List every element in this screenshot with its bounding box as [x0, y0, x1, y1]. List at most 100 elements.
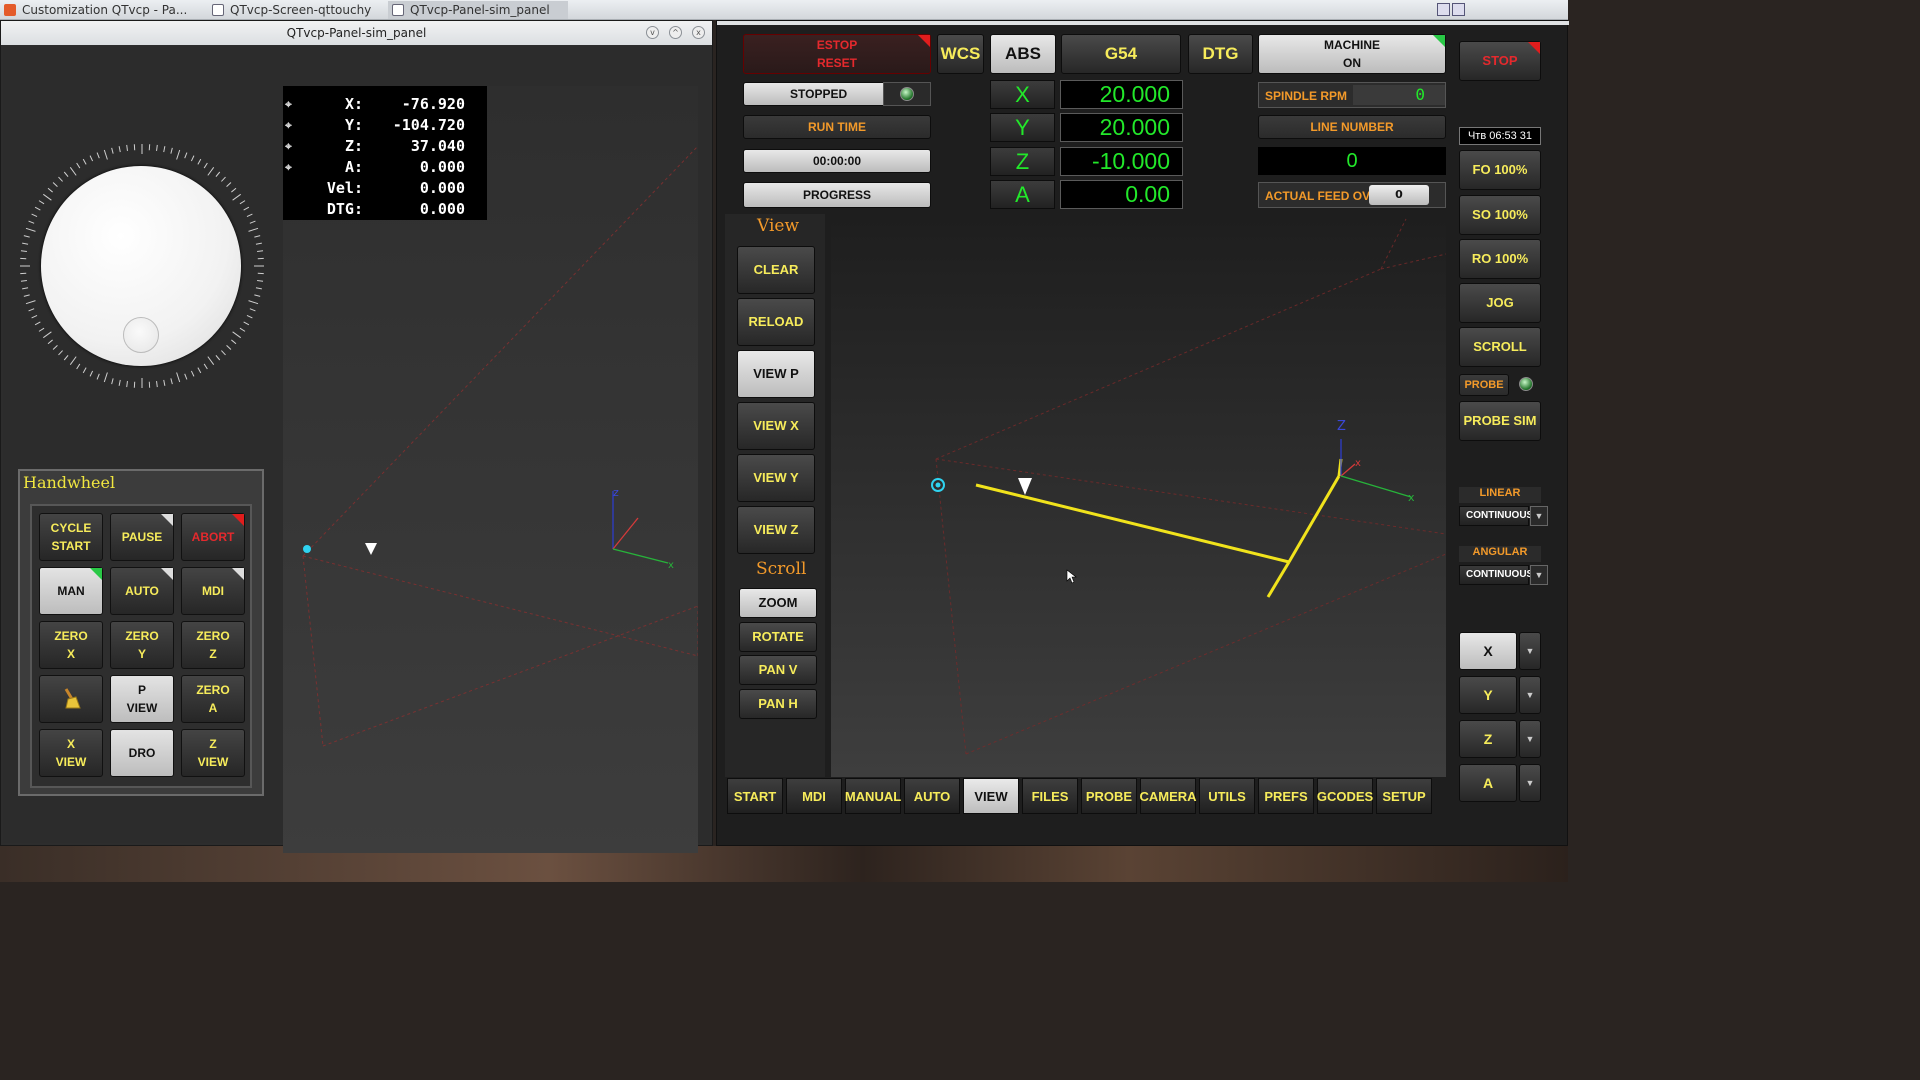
- taskbar-task[interactable]: Customization QTvcp - Pa...: [0, 1, 205, 19]
- dial-tick: [34, 321, 41, 326]
- axis-a-button[interactable]: A: [990, 180, 1055, 209]
- abs-button[interactable]: ABS: [990, 34, 1056, 74]
- handwheel-panel: Handwheel CYCLE START PAUSE ABORT MAN AU…: [18, 469, 264, 796]
- zero-x-button[interactable]: ZERO X: [39, 621, 103, 669]
- close-icon[interactable]: x: [692, 26, 705, 39]
- probe-sim-button[interactable]: PROBE SIM: [1459, 401, 1541, 441]
- dial-tick: [243, 321, 250, 326]
- z-view-button[interactable]: Z VIEW: [181, 729, 245, 777]
- tab-prefs[interactable]: PREFS: [1258, 778, 1314, 814]
- tab-view[interactable]: VIEW: [963, 778, 1019, 814]
- scroll-button[interactable]: SCROLL: [1459, 327, 1541, 367]
- taskbar-task[interactable]: QTvcp-Screen-qttouchy: [208, 1, 386, 19]
- zero-a-button[interactable]: ZERO A: [181, 675, 245, 723]
- dial-tick: [23, 294, 30, 297]
- axis-z-button[interactable]: Z: [990, 147, 1055, 176]
- abort-button[interactable]: ABORT: [181, 513, 245, 561]
- taskbar-task-active[interactable]: QTvcp-Panel-sim_panel: [388, 1, 568, 19]
- feed-override-button[interactable]: FO 100%: [1459, 150, 1541, 190]
- pan-v-button[interactable]: PAN V: [739, 655, 817, 685]
- svg-text:z: z: [613, 486, 619, 499]
- rapid-override-button[interactable]: RO 100%: [1459, 239, 1541, 279]
- mdi-mode-button[interactable]: MDI: [181, 567, 245, 615]
- svg-text:x: x: [1355, 458, 1361, 469]
- spindle-override-button[interactable]: SO 100%: [1459, 195, 1541, 235]
- pan-h-button[interactable]: PAN H: [739, 689, 817, 719]
- taskbar-task-label: QTvcp-Screen-qttouchy: [230, 3, 372, 17]
- scroll-section-title: Scroll: [756, 559, 807, 579]
- dial-tick: [255, 242, 262, 245]
- jog-axis-a-button[interactable]: A: [1459, 764, 1517, 802]
- chevron-down-icon[interactable]: ▼: [1530, 565, 1548, 585]
- dial-tick: [232, 193, 241, 201]
- dial-tick: [25, 227, 36, 232]
- estop-reset-button[interactable]: ESTOP RESET: [743, 34, 931, 74]
- gcode-graphics-view[interactable]: Z x x: [831, 214, 1446, 777]
- zero-y-button[interactable]: ZERO Y: [110, 621, 174, 669]
- desktop-wallpaper: [0, 846, 1568, 882]
- chevron-down-icon[interactable]: ▼: [1519, 720, 1541, 758]
- pause-button[interactable]: PAUSE: [110, 513, 174, 561]
- auto-mode-button[interactable]: AUTO: [110, 567, 174, 615]
- dial-tick: [221, 350, 226, 356]
- tab-mdi[interactable]: MDI: [786, 778, 842, 814]
- tab-utils[interactable]: UTILS: [1199, 778, 1255, 814]
- dial-tick: [103, 149, 108, 160]
- axis-y-button[interactable]: Y: [990, 113, 1055, 142]
- stop-button[interactable]: STOP: [1459, 41, 1541, 81]
- rotate-button[interactable]: ROTATE: [739, 622, 817, 652]
- view-p-button[interactable]: VIEW P: [737, 350, 815, 398]
- workspace-switcher[interactable]: [1428, 0, 1568, 20]
- handwheel-knob[interactable]: [123, 317, 159, 353]
- window-titlebar[interactable]: QTvcp-Panel-sim_panel v ^ x: [1, 21, 712, 45]
- jog-axis-y-button[interactable]: Y: [1459, 676, 1517, 714]
- p-view-button[interactable]: P VIEW: [110, 675, 174, 723]
- reload-button[interactable]: RELOAD: [737, 298, 815, 346]
- angular-increment-select[interactable]: CONTINUOUS ▼: [1459, 565, 1548, 585]
- view-x-button[interactable]: VIEW X: [737, 402, 815, 450]
- workspace-icon[interactable]: [1437, 3, 1450, 16]
- linear-increment-select[interactable]: CONTINUOUS ▼: [1459, 506, 1548, 526]
- axis-x-button[interactable]: X: [990, 80, 1055, 109]
- tab-camera[interactable]: CAMERA: [1139, 778, 1197, 814]
- chevron-down-icon[interactable]: ▼: [1519, 632, 1541, 670]
- tab-gcodes[interactable]: GCODES: [1317, 778, 1373, 814]
- dial-tick: [22, 287, 29, 290]
- jog-axis-z-button[interactable]: Z: [1459, 720, 1517, 758]
- man-mode-button[interactable]: MAN: [39, 567, 103, 615]
- g54-button[interactable]: G54: [1061, 34, 1181, 74]
- cycle-start-button[interactable]: CYCLE START: [39, 513, 103, 561]
- dro-button[interactable]: DRO: [110, 729, 174, 777]
- clear-plot-button[interactable]: [39, 675, 103, 723]
- view-z-button[interactable]: VIEW Z: [737, 506, 815, 554]
- wcs-button[interactable]: WCS: [937, 34, 984, 74]
- tab-auto[interactable]: AUTO: [904, 778, 960, 814]
- x-view-button[interactable]: X VIEW: [39, 729, 103, 777]
- machine-on-button[interactable]: MACHINE ON: [1258, 34, 1446, 74]
- maximize-icon[interactable]: ^: [669, 26, 682, 39]
- clear-button[interactable]: CLEAR: [737, 246, 815, 294]
- dro-row: ⌖ X: -76.920: [285, 95, 465, 113]
- dial-tick: [43, 331, 52, 339]
- view-y-button[interactable]: VIEW Y: [737, 454, 815, 502]
- minimize-icon[interactable]: v: [646, 26, 659, 39]
- tab-start[interactable]: START: [727, 778, 783, 814]
- probe-label: PROBE: [1459, 374, 1509, 396]
- workspace-icon[interactable]: [1452, 3, 1465, 16]
- dtg-button[interactable]: DTG: [1188, 34, 1253, 74]
- tab-manual[interactable]: MANUAL: [845, 778, 901, 814]
- chevron-down-icon[interactable]: ▼: [1519, 764, 1541, 802]
- tab-probe[interactable]: PROBE: [1081, 778, 1137, 814]
- panel-dro: ⌖ X: -76.920 ⌖ Y: -104.720 ⌖ Z: 37.040 ⌖ A: 0.00…: [283, 86, 487, 220]
- left-gcode-preview[interactable]: z x ⌖ X: -76.920 ⌖ Y: -104.720 ⌖ Z: 37.040 ⌖ A:…: [283, 86, 698, 853]
- dial-tick: [82, 367, 87, 374]
- tab-setup[interactable]: SETUP: [1376, 778, 1432, 814]
- jog-button[interactable]: JOG: [1459, 283, 1541, 323]
- zoom-button[interactable]: ZOOM: [739, 588, 817, 618]
- zero-z-button[interactable]: ZERO Z: [181, 621, 245, 669]
- dial-tick: [221, 176, 226, 182]
- chevron-down-icon[interactable]: ▼: [1530, 506, 1548, 526]
- chevron-down-icon[interactable]: ▼: [1519, 676, 1541, 714]
- jog-axis-x-button[interactable]: X: [1459, 632, 1517, 670]
- tab-files[interactable]: FILES: [1022, 778, 1078, 814]
